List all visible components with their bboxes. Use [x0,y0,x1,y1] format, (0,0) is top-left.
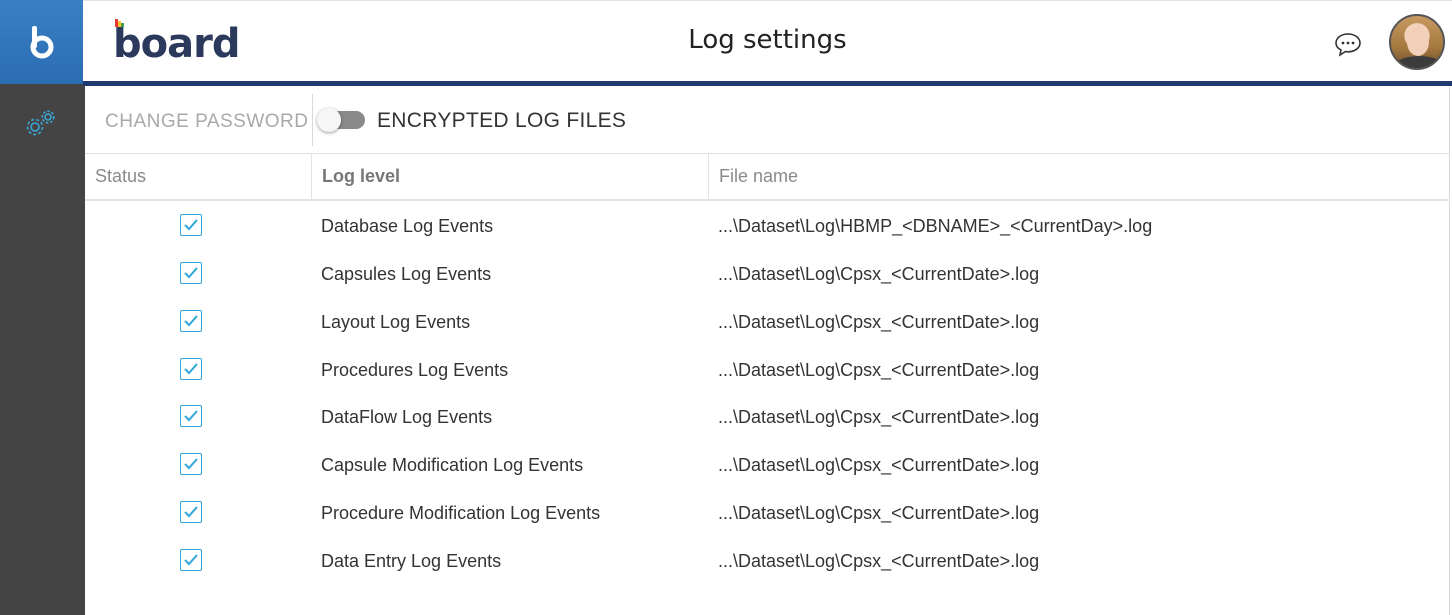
sidebar-item-settings[interactable] [24,108,60,138]
table-row: Procedures Log Events ...\Dataset\Log\Cp… [85,346,1450,394]
encrypted-log-files-toggle[interactable] [317,108,367,132]
log-level-cell: Database Log Events [321,216,494,236]
table-row: Database Log Events ...\Dataset\Log\HBMP… [85,202,1450,250]
file-name-cell: ...\Dataset\Log\Cpsx_<CurrentDate>.log [718,455,1040,476]
app-home-button[interactable] [0,0,83,84]
encrypted-log-files-label: ENCRYPTED LOG FILES [377,109,627,132]
log-level-cell: Layout Log Events [321,311,471,332]
log-level-cell: Capsule Modification Log Events [321,455,584,476]
table-row: Capsules Log Events ...\Dataset\Log\Cpsx… [85,250,1450,298]
avatar-shoulder [1395,56,1443,68]
table-row: DataFlow Log Events ...\Dataset\Log\Cpsx… [85,393,1450,441]
table-row: Procedure Modification Log Events ...\Da… [85,489,1450,537]
table-header: Status Log level File name [85,154,1450,201]
chat-bubble-icon [1335,33,1361,57]
status-checkbox[interactable] [180,214,202,236]
status-checkbox[interactable] [180,405,202,428]
file-name-cell: ...\Dataset\Log\Cpsx_<CurrentDate>.log [718,407,1040,428]
table-row: Capsule Modification Log Events ...\Data… [85,441,1450,489]
main-panel: CHANGE PASSWORD ENCRYPTED LOG FILES Stat… [85,86,1450,615]
checkmark-icon [184,267,198,279]
user-avatar[interactable] [1389,14,1445,70]
change-password-button[interactable]: CHANGE PASSWORD [105,111,309,133]
column-header-log-level[interactable]: Log level [311,154,708,199]
file-name-cell: ...\Dataset\Log\Cpsx_<CurrentDate>.log [718,311,1040,332]
file-name-cell: ...\Dataset\Log\Cpsx_<CurrentDate>.log [718,503,1040,524]
file-name-cell: ...\Dataset\Log\Cpsx_<CurrentDate>.log [718,263,1040,284]
checkmark-icon [184,362,198,374]
file-name-cell: ...\Dataset\Log\HBMP_<DBNAME>_<CurrentDa… [718,216,1153,236]
avatar-face [1407,28,1429,56]
checkmark-icon [184,219,198,231]
app-window: board Log settings CHANGE PASSWORD ENCRY… [0,0,1452,615]
settings-gears-icon [26,110,55,136]
status-checkbox[interactable] [180,453,202,476]
status-checkbox[interactable] [180,309,202,332]
checkmark-icon [184,506,198,518]
checkmark-icon [184,410,198,422]
toolbar: CHANGE PASSWORD ENCRYPTED LOG FILES [85,86,1450,154]
column-header-file-name[interactable]: File name [708,154,1450,199]
checkmark-icon [184,315,198,327]
table-row: Layout Log Events ...\Dataset\Log\Cpsx_<… [85,298,1450,346]
log-level-cell: Procedure Modification Log Events [321,503,601,524]
status-checkbox[interactable] [180,548,202,571]
page-title: Log settings [688,25,847,55]
table-body: Database Log Events ...\Dataset\Log\HBMP… [85,202,1450,585]
log-level-cell: Data Entry Log Events [321,550,502,571]
chat-button[interactable] [1333,31,1363,57]
checkmark-icon [184,458,198,470]
file-name-cell: ...\Dataset\Log\Cpsx_<CurrentDate>.log [718,359,1040,380]
status-checkbox[interactable] [180,501,202,524]
log-level-cell: Procedures Log Events [321,359,509,380]
file-name-cell: ...\Dataset\Log\Cpsx_<CurrentDate>.log [718,550,1040,571]
status-checkbox[interactable] [180,357,202,380]
toggle-knob [317,108,341,132]
column-header-status[interactable]: Status [85,154,311,199]
log-level-cell: DataFlow Log Events [321,407,493,428]
toolbar-divider [312,94,313,146]
checkmark-icon [184,554,198,566]
status-checkbox[interactable] [180,261,202,284]
sidebar [0,84,85,615]
top-header: board Log settings [83,0,1452,81]
board-b-icon [30,26,53,59]
table-row: Data Entry Log Events ...\Dataset\Log\Cp… [85,537,1450,585]
log-level-cell: Capsules Log Events [321,263,492,284]
